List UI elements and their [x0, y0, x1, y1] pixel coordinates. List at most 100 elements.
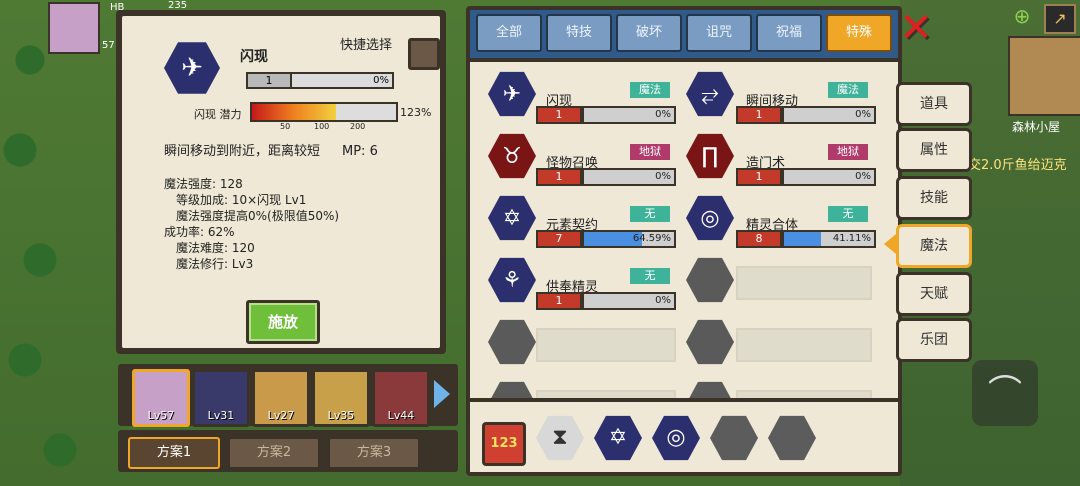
skill-progress-text: 0% [655, 295, 671, 306]
empty-slot-icon[interactable] [686, 257, 734, 303]
skill-level: 1 [536, 292, 582, 310]
potential-bar-fill [252, 104, 337, 120]
skill-progress: 0% [582, 292, 676, 310]
skill-progress: 41.11% [782, 230, 876, 248]
gate-icon[interactable]: ∏ [686, 133, 734, 179]
small-level: 57 [102, 40, 115, 51]
skill-title: 闪现 [240, 49, 268, 65]
skill-tag: 无 [828, 206, 868, 222]
side-tab-band[interactable]: 乐团 [896, 318, 972, 362]
category-tabs: 全部 特技 破坏 诅咒 祝福 特殊 [470, 10, 898, 58]
active-tab-arrow-icon [884, 234, 896, 254]
stat-training: 魔法修行: Lv3 [176, 257, 254, 271]
side-tab-skills[interactable]: 技能 [896, 176, 972, 220]
offering-icon[interactable]: ⚘ [488, 257, 536, 303]
tab-blessing[interactable]: 祝福 [756, 14, 822, 52]
skill-tag: 无 [630, 206, 670, 222]
skill-level: 7 [536, 230, 582, 248]
skill-progress-text: 41.11% [832, 233, 871, 244]
empty-slot-icon[interactable] [488, 319, 536, 365]
stat-success-rate: 成功率: 62% [164, 225, 235, 239]
plan-tab-2[interactable]: 方案2 [228, 437, 320, 469]
skill-grid: ✈ 闪现 魔法 1 0% ⥂ 瞬间移动 魔法 1 0% ♉ 怪物召唤 地狱 1 … [470, 62, 898, 398]
sort-order-icon[interactable]: 123 [482, 422, 526, 466]
exit-icon[interactable]: ↗ [1044, 4, 1076, 34]
stat-magic-power: 魔法强度: 128 [164, 177, 243, 191]
demon-icon[interactable]: ♉ [488, 133, 536, 179]
quick-select-checkbox[interactable] [408, 38, 440, 70]
network-icon[interactable]: ⊕ [1010, 4, 1034, 28]
skill-progress-text: 0% [655, 171, 671, 182]
empty-slot-icon[interactable] [686, 319, 734, 365]
potential-bar [250, 102, 398, 122]
minimap[interactable] [1008, 36, 1080, 116]
party-member-level: Lv35 [327, 409, 355, 422]
skill-detail-panel: ✈ 闪现 快捷选择 1 0% 闪现 潜力 123% 50 100 200 瞬间移… [116, 10, 446, 354]
side-tab-attributes[interactable]: 属性 [896, 128, 972, 172]
skill-level: 1 [736, 168, 782, 186]
teleport-icon[interactable]: ⥂ [686, 71, 734, 117]
tab-all[interactable]: 全部 [476, 14, 542, 52]
player-avatar[interactable] [48, 2, 100, 54]
pentagram-icon[interactable]: ✡ [488, 195, 536, 241]
skill-progress: 0% [582, 168, 676, 186]
empty-slot [536, 390, 676, 398]
cast-button[interactable]: 施放 [246, 300, 320, 344]
side-tab-talent[interactable]: 天赋 [896, 272, 972, 316]
plan-tab-1[interactable]: 方案1 [128, 437, 220, 469]
skill-progress-text: 0% [855, 171, 871, 182]
tab-destruction[interactable]: 破坏 [616, 14, 682, 52]
skill-tag: 魔法 [828, 82, 868, 98]
empty-slot-icon[interactable] [686, 381, 734, 398]
tab-curse[interactable]: 诅咒 [686, 14, 752, 52]
dash-icon[interactable]: ✈ [488, 71, 536, 117]
skill-tag: 魔法 [630, 82, 670, 98]
tab-special-skill[interactable]: 特技 [546, 14, 612, 52]
potential-label: 闪现 潜力 [194, 108, 242, 121]
bow-attack-button[interactable]: ⌒ [972, 360, 1038, 426]
potential-percent: 123% [400, 106, 432, 119]
plan-tab-3[interactable]: 方案3 [328, 437, 420, 469]
empty-slot [736, 266, 872, 300]
stat-difficulty: 魔法难度: 120 [176, 241, 255, 255]
potential-tick-100: 100 [314, 122, 330, 131]
magic-list-panel: 全部 特技 破坏 诅咒 祝福 特殊 ✈ 闪现 魔法 1 0% ⥂ 瞬间移动 魔法… [466, 6, 902, 476]
party-member-4[interactable]: Lv35 [312, 369, 370, 427]
skill-level-bar: 1 0% [246, 72, 394, 89]
skill-progress-text: 0% [655, 109, 671, 120]
skill-level: 1 [536, 106, 582, 124]
skill-level-value: 1 [248, 74, 292, 87]
tab-special[interactable]: 特殊 [826, 14, 892, 52]
party-member-2[interactable]: Lv31 [192, 369, 250, 427]
skill-progress: 0% [582, 106, 676, 124]
party-member-3[interactable]: Lv27 [252, 369, 310, 427]
stat-level-bonus: 等级加成: 10×闪现 Lv1 [176, 193, 307, 207]
potential-tick-50: 50 [280, 122, 291, 131]
dash-icon: ✈ [164, 42, 220, 94]
skill-mp-cost: MP: 6 [342, 144, 378, 159]
quest-text: 交2.0斤鱼给迈克 [968, 158, 1067, 173]
empty-slot [536, 328, 676, 362]
skill-tag: 地狱 [828, 144, 868, 160]
party-member-level: Lv31 [207, 409, 235, 422]
side-tab-magic[interactable]: 魔法 [896, 224, 972, 268]
map-location-label: 森林小屋 [1012, 120, 1061, 134]
party-scroll-arrow-icon[interactable] [434, 380, 450, 408]
spirit-icon[interactable]: ◎ [686, 195, 734, 241]
skill-level: 1 [736, 106, 782, 124]
party-member-level: Lv27 [267, 409, 295, 422]
skill-progress: 64.59% [582, 230, 676, 248]
party-member-1[interactable]: Lv57 [132, 369, 190, 427]
skill-progress-text: 64.59% [632, 233, 671, 244]
skill-tag: 地狱 [630, 144, 670, 160]
empty-slot [736, 328, 872, 362]
close-icon[interactable]: ✕ [896, 8, 936, 48]
quick-select-label: 快捷选择 [340, 38, 393, 53]
party-member-5[interactable]: Lv44 [372, 369, 430, 427]
skill-description: 瞬间移动到附近，距离较短 [164, 144, 321, 159]
empty-slot-icon[interactable] [488, 381, 536, 398]
skill-level: 1 [536, 168, 582, 186]
skill-progress-text: 0% [855, 109, 871, 120]
side-tab-items[interactable]: 道具 [896, 82, 972, 126]
skill-progress: 0% [782, 168, 876, 186]
